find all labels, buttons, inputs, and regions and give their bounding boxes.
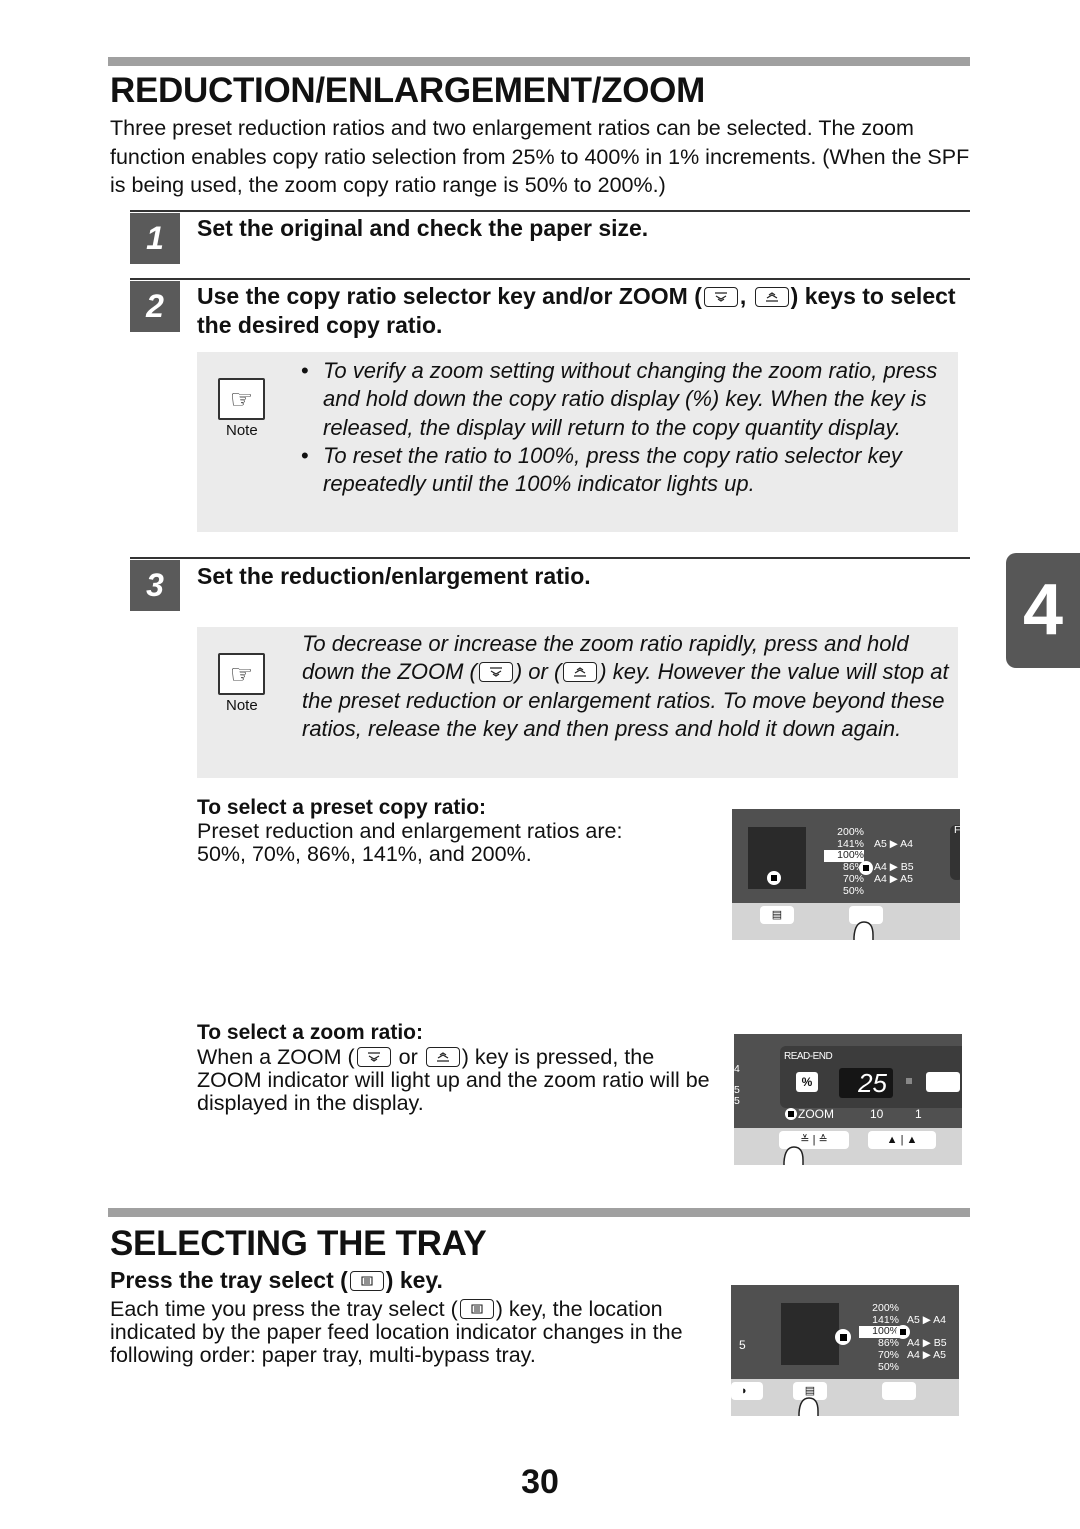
tray-select-key-icon xyxy=(459,1299,494,1319)
note-box: ☞ Note To decrease or increase the zoom … xyxy=(197,627,958,778)
copy-ratio-selector-key xyxy=(882,1382,916,1400)
section-rule xyxy=(108,57,970,66)
section-title: REDUCTION/ENLARGEMENT/ZOOM xyxy=(110,71,705,110)
subheading: To select a preset copy ratio: xyxy=(197,796,487,819)
note-bullet: To verify a zoom setting without changin… xyxy=(301,357,951,442)
step-number: 3 xyxy=(130,560,180,611)
control-panel-tray-illustration: 5 200% 141% 100% 86% 70% 50% A5 ▶ A4 A4 ▶ B5 … xyxy=(731,1285,959,1416)
note-label: Note xyxy=(226,422,258,439)
preset-text: Preset reduction and enlargement ratios … xyxy=(197,819,623,866)
section-rule xyxy=(108,1208,970,1217)
intro-paragraph: Three preset reduction ratios and two en… xyxy=(110,116,970,197)
step-rule xyxy=(130,210,970,212)
step-text: Set the original and check the paper siz… xyxy=(197,215,649,241)
tray-select-key-icon xyxy=(349,1271,384,1291)
step-rule xyxy=(130,278,970,280)
zoom-down-key-icon xyxy=(478,662,513,683)
zoom-up-key-icon xyxy=(563,662,598,683)
control-panel-zoom-illustration: 455 READ-END % 25 ZOOM 10 1 ≚ | ≙ ▲ | ▲ xyxy=(734,1034,962,1165)
pointing-hand-icon: ☞ xyxy=(218,653,265,695)
page-number: 30 xyxy=(521,1463,559,1501)
tray-select-key-icon: ▤ xyxy=(760,906,794,924)
note-label: Note xyxy=(226,697,258,714)
step-rule xyxy=(130,557,970,559)
zoom-down-key-icon xyxy=(356,1047,391,1067)
section-title: SELECTING THE TRAY xyxy=(110,1224,487,1263)
note-bullet: To reset the ratio to 100%, press the co… xyxy=(301,442,951,499)
zoom-text: When a ZOOM ( or ) key is pressed, the Z… xyxy=(197,1045,710,1115)
note-text: To decrease or increase the zoom ratio r… xyxy=(302,631,949,741)
chapter-tab: 4 xyxy=(1006,553,1080,668)
step-text: Set the reduction/enlargement ratio. xyxy=(197,563,591,589)
control-panel-ratio-illustration: 200% 141% 100% 86% 70% 50% A5 ▶ A4 A4 ▶ B5 A4… xyxy=(732,809,960,940)
step-number: 1 xyxy=(130,213,180,264)
step-text: Use the copy ratio selector key and/or Z… xyxy=(197,283,956,338)
subheading: Press the tray select () key. xyxy=(110,1267,443,1293)
subheading: To select a zoom ratio: xyxy=(197,1021,423,1044)
zoom-up-key-icon xyxy=(425,1047,460,1067)
tray-text: Each time you press the tray select () k… xyxy=(110,1297,683,1367)
note-box: ☞ Note To verify a zoom setting without … xyxy=(197,352,958,532)
zoom-down-key-icon xyxy=(703,287,738,307)
pointing-hand-icon: ☞ xyxy=(218,378,265,420)
zoom-up-key-icon xyxy=(754,287,789,307)
exposure-keys: ▲ | ▲ xyxy=(868,1131,936,1149)
step-number: 2 xyxy=(130,281,180,332)
